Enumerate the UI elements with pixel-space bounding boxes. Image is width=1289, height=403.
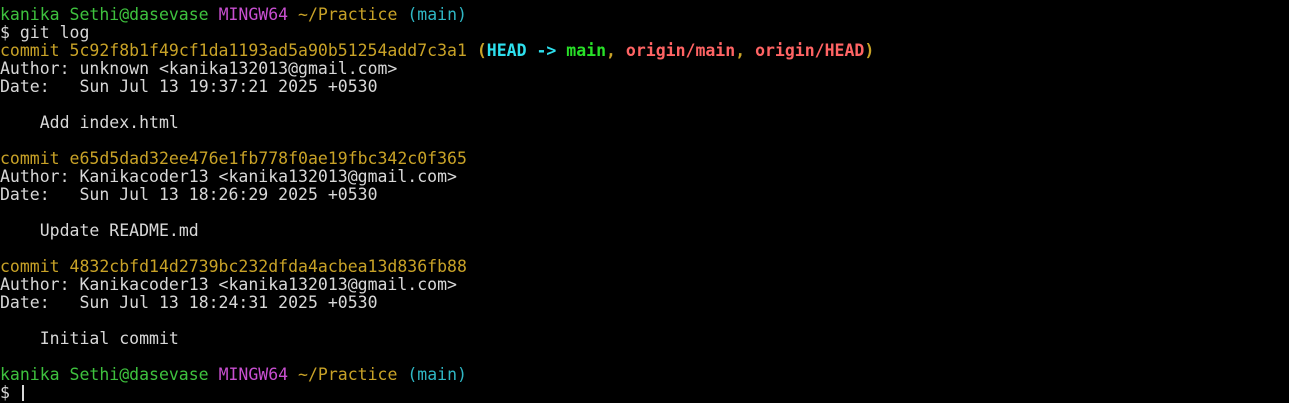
commit-message: Add index.html (39, 113, 179, 132)
date-value: Sun Jul 13 19:37:21 2025 +0530 (79, 77, 378, 96)
author-line: Author: unknown <kanika132013@gmail.com> (0, 60, 1289, 78)
command-text: git log (19, 23, 90, 42)
author-value: Kanikacoder13 <kanika132013@gmail.com> (79, 275, 457, 294)
author-value: Kanikacoder13 <kanika132013@gmail.com> (79, 167, 457, 186)
prompt-line: kanika Sethi@dasevase MINGW64 ~/Practice… (0, 366, 1289, 384)
command-line: $ git log (0, 24, 1289, 42)
date-line: Date: Sun Jul 13 18:24:31 2025 +0530 (0, 294, 1289, 312)
commit-message-line: Update README.md (0, 222, 1289, 240)
terminal-window[interactable]: kanika Sethi@dasevase MINGW64 ~/Practice… (0, 0, 1289, 403)
prompt-system: MINGW64 (218, 5, 289, 24)
prompt-branch: (main) (407, 365, 467, 384)
date-line: Date: Sun Jul 13 18:26:29 2025 +0530 (0, 186, 1289, 204)
commit-message: Update README.md (39, 221, 199, 240)
prompt-user-host: kanika Sethi@dasevase (0, 365, 209, 384)
author-label: Author: (0, 275, 70, 294)
date-label: Date: (0, 77, 50, 96)
commit-message-line: Add index.html (0, 114, 1289, 132)
author-line: Author: Kanikacoder13 <kanika132013@gmai… (0, 168, 1289, 186)
date-value: Sun Jul 13 18:24:31 2025 +0530 (79, 293, 378, 312)
author-label: Author: (0, 167, 70, 186)
prompt-path: ~/Practice (298, 5, 398, 24)
prompt-symbol: $ (0, 23, 10, 42)
commit-hash: 5c92f8b1f49cf1da1193ad5a90b51254add7c3a1 (69, 41, 467, 60)
ref-main: main (566, 41, 607, 60)
prompt-symbol: $ (0, 383, 10, 402)
commit-label: commit (0, 149, 60, 168)
ref-head: HEAD (486, 41, 527, 60)
author-value: unknown <kanika132013@gmail.com> (79, 59, 398, 78)
ref-arrow: -> (536, 41, 557, 60)
commit-line: commit 5c92f8b1f49cf1da1193ad5a90b51254a… (0, 42, 1289, 60)
commit-label: commit (0, 257, 60, 276)
ref-separator: , (735, 41, 746, 60)
commit-message-line: Initial commit (0, 330, 1289, 348)
prompt-system: MINGW64 (218, 365, 289, 384)
commit-message: Initial commit (39, 329, 179, 348)
prompt-line: kanika Sethi@dasevase MINGW64 ~/Practice… (0, 6, 1289, 24)
commit-hash: 4832cbfd14d2739bc232dfda4acbea13d836fb88 (69, 257, 467, 276)
commit-line: commit 4832cbfd14d2739bc232dfda4acbea13d… (0, 258, 1289, 276)
input-line[interactable]: $ (0, 384, 1289, 402)
commit-line: commit e65d5dad32ee476e1fb778f0ae19fbc34… (0, 150, 1289, 168)
prompt-branch: (main) (407, 5, 467, 24)
ref-open-paren: ( (476, 41, 487, 60)
prompt-path: ~/Practice (298, 365, 398, 384)
date-label: Date: (0, 185, 50, 204)
ref-separator: , (606, 41, 616, 60)
commit-hash: e65d5dad32ee476e1fb778f0ae19fbc342c0f365 (69, 149, 467, 168)
ref-close-paren: ) (864, 41, 875, 60)
date-value: Sun Jul 13 18:26:29 2025 +0530 (79, 185, 378, 204)
date-label: Date: (0, 293, 50, 312)
ref-origin-head: origin/HEAD (755, 41, 865, 60)
author-line: Author: Kanikacoder13 <kanika132013@gmai… (0, 276, 1289, 294)
text-cursor (21, 385, 24, 401)
ref-origin-main: origin/main (625, 41, 736, 60)
author-label: Author: (0, 59, 70, 78)
commit-label: commit (0, 41, 60, 60)
date-line: Date: Sun Jul 13 19:37:21 2025 +0530 (0, 78, 1289, 96)
prompt-user-host: kanika Sethi@dasevase (0, 5, 209, 24)
